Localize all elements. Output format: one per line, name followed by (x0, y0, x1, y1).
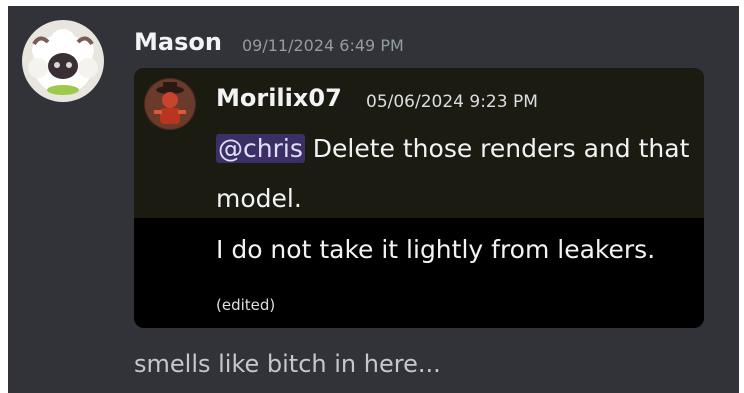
message-timestamp: 09/11/2024 6:49 PM (242, 36, 404, 55)
red-character-avatar-icon (144, 78, 196, 130)
quoted-author-avatar[interactable] (144, 78, 196, 130)
chat-message-panel: Mason 09/11/2024 6:49 PM Morilix07 05/06… (8, 6, 739, 393)
edited-label: (edited) (216, 296, 276, 314)
message-author[interactable]: Mason (134, 28, 222, 56)
quoted-text-line1: @chris Delete those renders and that mod… (216, 124, 696, 224)
sheep-avatar-icon (22, 20, 104, 102)
user-mention[interactable]: @chris (216, 134, 305, 163)
quoted-text-line2: I do not take it lightly from leakers. (… (216, 224, 696, 328)
message-text: smells like bitch in here... (134, 350, 441, 378)
quoted-timestamp: 05/06/2024 9:23 PM (366, 92, 538, 112)
author-avatar[interactable] (22, 20, 104, 102)
quoted-message[interactable]: Morilix07 05/06/2024 9:23 PM @chris Dele… (134, 68, 704, 328)
quoted-text-2: I do not take it lightly from leakers. (216, 235, 656, 264)
quoted-author[interactable]: Morilix07 (216, 84, 342, 112)
